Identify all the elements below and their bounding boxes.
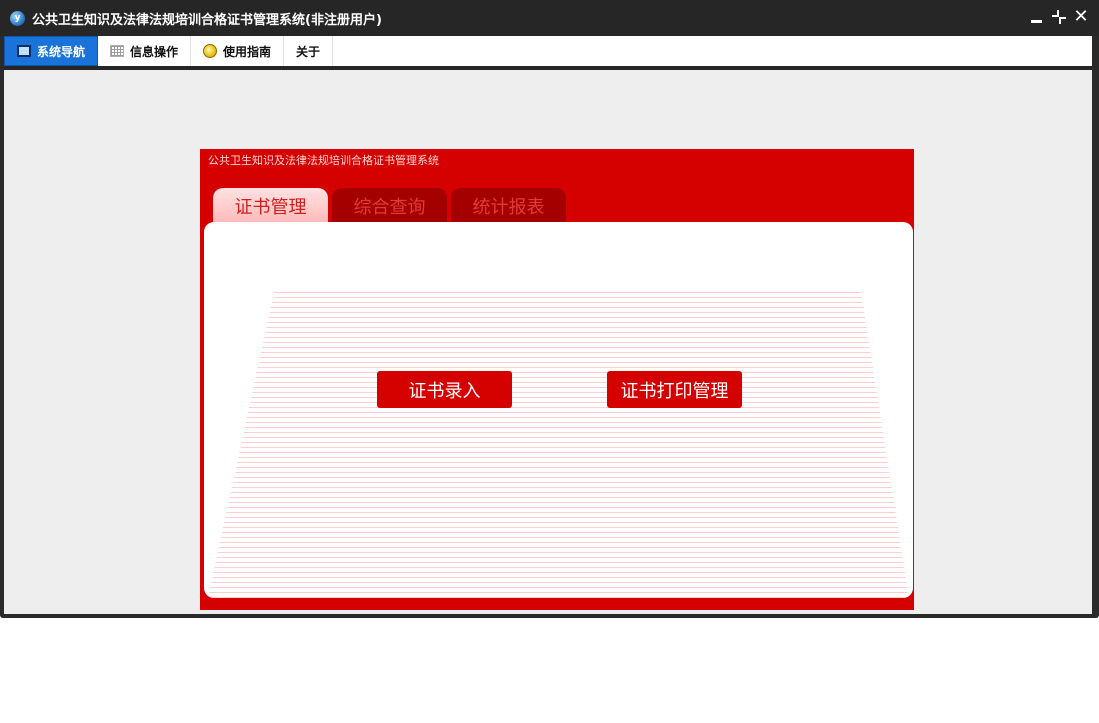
panel-title: 公共卫生知识及法律法规培训合格证书管理系统 [208, 154, 439, 167]
tab-comprehensive-query[interactable]: 综合查询 [332, 188, 447, 224]
menu-item-about[interactable]: 关于 [284, 36, 334, 66]
menu-item-label: 系统导航 [37, 44, 86, 59]
certificate-print-management-button[interactable]: 证书打印管理 [607, 371, 742, 408]
close-icon[interactable]: ✕ [1073, 8, 1089, 26]
restore-icon[interactable] [1051, 9, 1067, 25]
menu-item-label: 信息操作 [130, 44, 179, 59]
main-content: 公共卫生知识及法律法规培训合格证书管理系统 证书管理 综合查询 统计报表 证书录… [4, 70, 1092, 614]
tab-certificate-management[interactable]: 证书管理 [213, 188, 328, 224]
menu-item-label: 使用指南 [223, 44, 272, 59]
tab-content-area: 证书录入 证书打印管理 [204, 222, 913, 598]
decorative-stripes [208, 292, 909, 598]
app-logo-icon: y [10, 10, 25, 26]
menu-item-system-nav[interactable]: 系统导航 [4, 36, 99, 66]
monitor-icon [17, 45, 31, 57]
menu-bar: 系统导航 信息操作 使用指南 关于 [4, 36, 1092, 66]
window-title: 公共卫生知识及法律法规培训合格证书管理系统(非注册用户) [32, 12, 382, 28]
tab-statistics-report[interactable]: 统计报表 [451, 188, 566, 224]
menu-item-label: 关于 [296, 44, 321, 59]
grid-icon [110, 45, 125, 57]
menu-item-info-ops[interactable]: 信息操作 [98, 36, 192, 66]
system-panel: 公共卫生知识及法律法规培训合格证书管理系统 证书管理 综合查询 统计报表 证书录… [200, 149, 914, 610]
window-controls: ✕ [1029, 8, 1089, 26]
menu-item-user-guide[interactable]: 使用指南 [191, 36, 285, 66]
lightbulb-icon [203, 44, 218, 58]
panel-tabs: 证书管理 综合查询 统计报表 [213, 188, 566, 224]
minimize-icon[interactable] [1029, 9, 1045, 25]
certificate-entry-button[interactable]: 证书录入 [377, 371, 512, 408]
title-bar[interactable]: y 公共卫生知识及法律法规培训合格证书管理系统(非注册用户) ✕ [0, 0, 1099, 36]
app-window: y 公共卫生知识及法律法规培训合格证书管理系统(非注册用户) ✕ 系统导航 信息… [0, 0, 1099, 618]
